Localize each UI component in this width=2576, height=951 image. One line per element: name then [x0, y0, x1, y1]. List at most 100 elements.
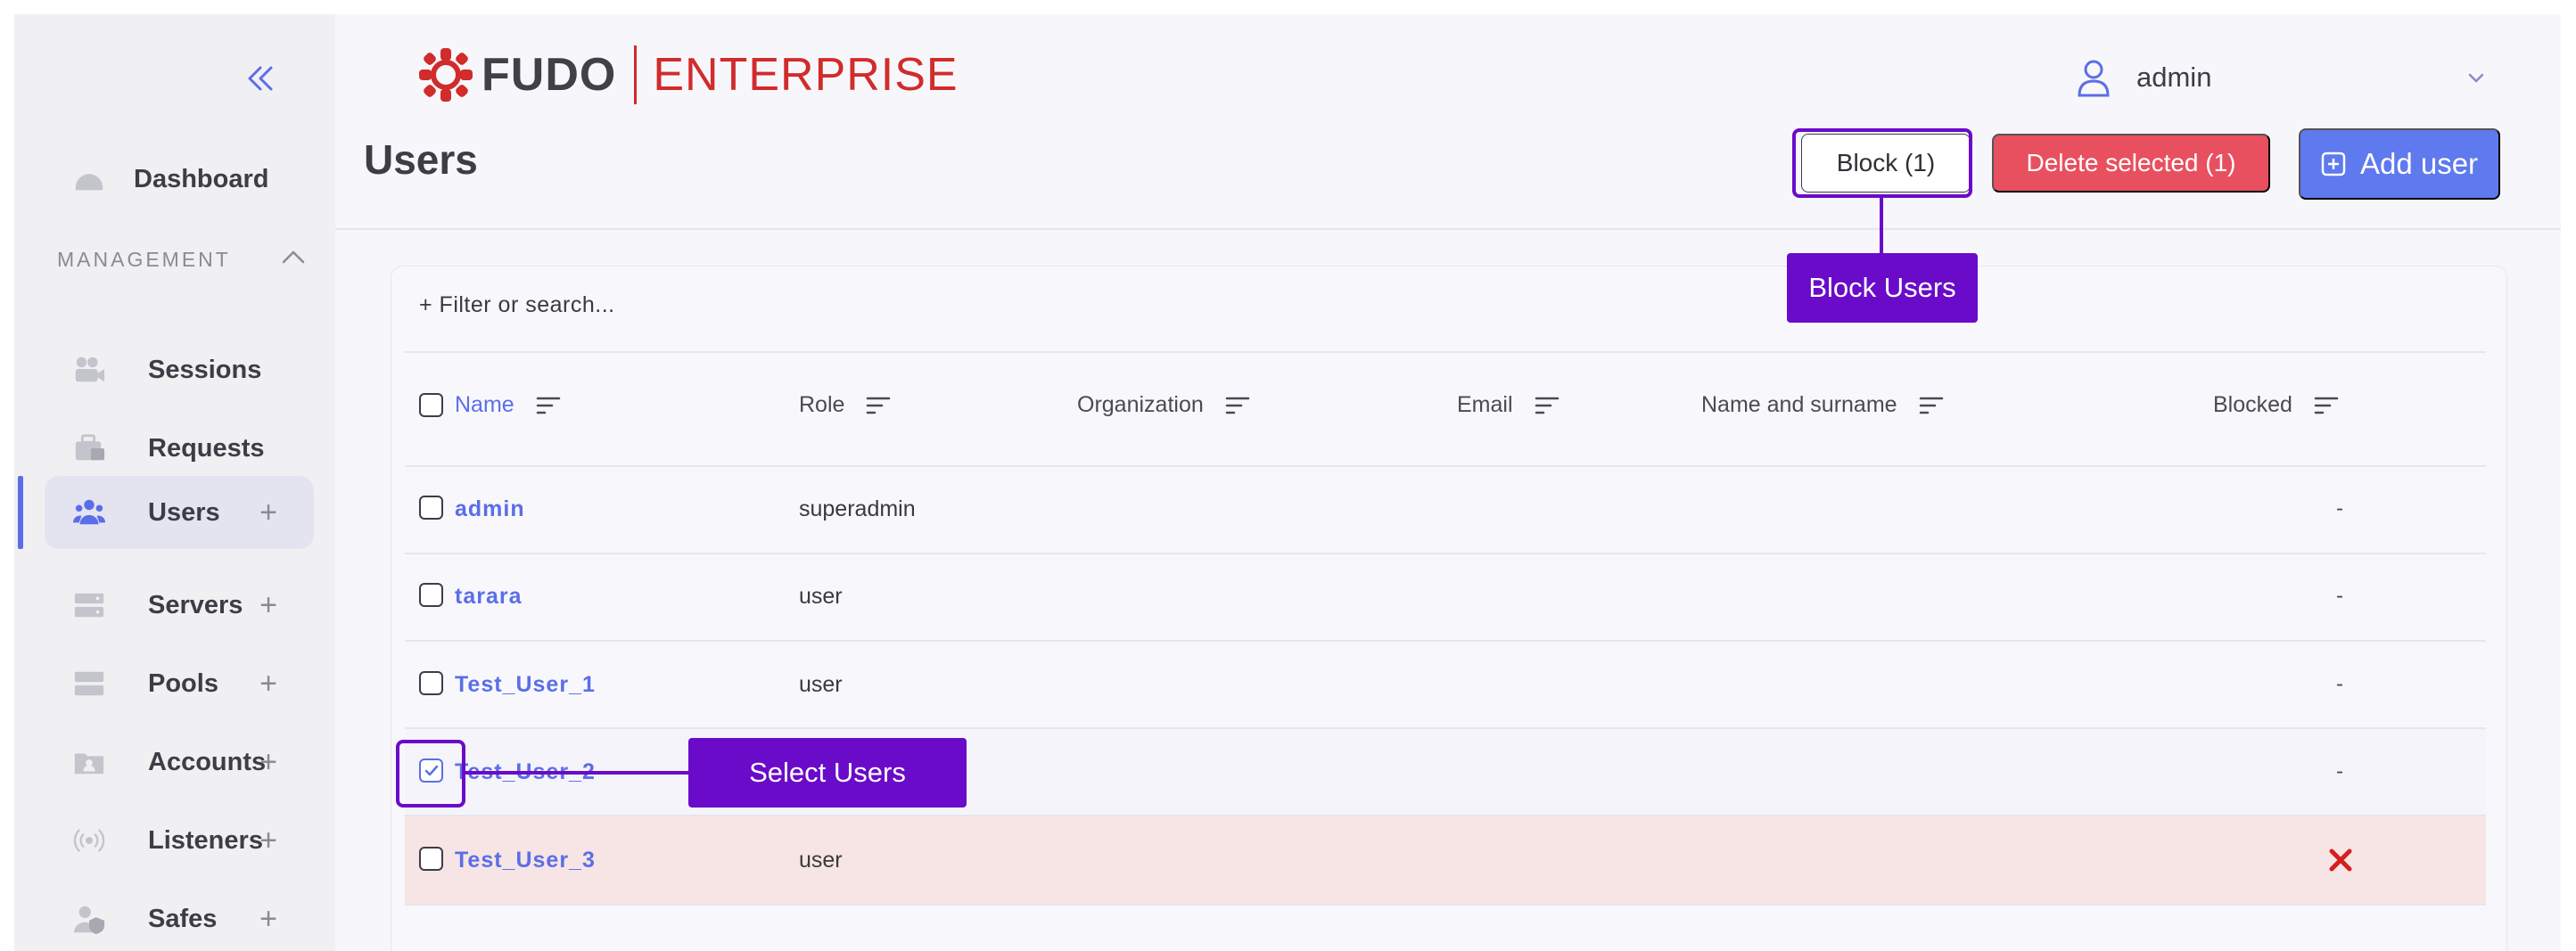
servers-icon — [71, 587, 107, 623]
active-indicator — [18, 476, 23, 549]
sidebar-item-dashboard[interactable]: Dashboard — [45, 143, 314, 216]
user-role: user — [799, 584, 843, 609]
column-header-name[interactable]: Name — [455, 392, 563, 418]
sidebar-item-servers[interactable]: Servers + — [45, 569, 314, 642]
add-safe-plus-icon[interactable]: + — [255, 904, 282, 934]
column-header-role[interactable]: Role — [799, 392, 893, 418]
brand-edition: ENTERPRISE — [653, 49, 959, 101]
row-checkbox[interactable] — [419, 671, 443, 695]
user-name-link[interactable]: admin — [455, 496, 525, 522]
user-blocked: - — [2336, 496, 2343, 521]
pools-icon — [71, 666, 107, 701]
annotation-connector — [465, 771, 692, 775]
column-header-label: Role — [799, 392, 845, 417]
column-header-label: Name and surname — [1701, 392, 1897, 417]
table-row[interactable] — [405, 554, 2486, 642]
sidebar-item-requests[interactable]: Requests — [45, 412, 314, 485]
username: admin — [2136, 61, 2212, 93]
column-header-name-and-surname[interactable]: Name and surname — [1701, 392, 1946, 418]
sidebar-item-safes[interactable]: Safes + — [45, 882, 314, 951]
sidebar-item-label: Pools — [148, 668, 218, 698]
sidebar-item-label: Users — [148, 497, 220, 527]
user-blocked: - — [2336, 759, 2343, 783]
column-header-label: Email — [1457, 392, 1513, 417]
dashboard-icon — [71, 161, 107, 197]
user-role: user — [799, 848, 843, 873]
checkbox-highlight — [396, 740, 465, 808]
user-blocked: - — [2336, 584, 2343, 608]
divider — [405, 351, 2486, 353]
double-chevron-left-icon[interactable] — [243, 61, 278, 96]
sidebar-item-label: Accounts — [148, 747, 267, 776]
brand-logo[interactable]: FUDO ENTERPRISE — [417, 39, 959, 111]
add-pool-plus-icon[interactable]: + — [255, 668, 282, 699]
user-name-link[interactable]: tarara — [455, 584, 523, 610]
row-checkbox[interactable] — [419, 583, 443, 607]
section-title: MANAGEMENT — [57, 248, 231, 271]
table-row[interactable] — [405, 642, 2486, 729]
sidebar-item-label: Sessions — [148, 355, 262, 384]
column-header-email[interactable]: Email — [1457, 392, 1561, 418]
sidebar-item-label: Servers — [148, 590, 243, 619]
column-header-label: Name — [455, 392, 514, 417]
delete-selected-button[interactable]: Delete selected (1) — [1992, 134, 2270, 193]
sidebar-item-label: Listeners — [148, 825, 263, 855]
add-listener-plus-icon[interactable]: + — [255, 825, 282, 856]
sidebar-item-label: Requests — [148, 433, 265, 463]
brand-divider — [634, 45, 638, 104]
sort-icon[interactable] — [1535, 396, 1561, 415]
user-icon — [2078, 60, 2110, 97]
add-account-plus-icon[interactable]: + — [255, 747, 282, 777]
row-checkbox[interactable] — [419, 847, 443, 871]
sidebar-item-listeners[interactable]: Listeners + — [45, 804, 314, 877]
column-header-blocked[interactable]: Blocked — [2213, 392, 2341, 418]
divider — [405, 904, 2486, 906]
add-server-plus-icon[interactable]: + — [255, 590, 282, 620]
select-all-checkbox[interactable] — [419, 393, 443, 417]
plus-square-icon — [2321, 152, 2346, 176]
sort-icon[interactable] — [1919, 396, 1946, 415]
sidebar-item-accounts[interactable]: Accounts + — [45, 726, 314, 799]
page-title: Users — [364, 136, 478, 183]
block-button-highlight — [1792, 128, 1972, 198]
user-role: superadmin — [799, 496, 916, 521]
filter-search-input[interactable]: + Filter or search... — [419, 292, 615, 318]
sort-icon[interactable] — [2314, 396, 2341, 415]
column-header-label: Blocked — [2213, 392, 2292, 417]
header-divider — [335, 228, 2561, 230]
sidebar-item-users[interactable]: Users + — [45, 476, 314, 549]
column-header-organization[interactable]: Organization — [1077, 392, 1252, 418]
column-header-label: Organization — [1077, 392, 1204, 417]
table-row[interactable] — [405, 816, 2486, 904]
fudo-logo-icon — [419, 48, 473, 102]
sidebar-item-label: Safes — [148, 904, 218, 933]
add-user-label: Add user — [2359, 147, 2479, 180]
user-name-link[interactable]: Test_User_1 — [455, 672, 596, 698]
sidebar-item-sessions[interactable]: Sessions — [45, 333, 314, 406]
chevron-up-icon[interactable] — [278, 242, 309, 273]
sort-icon[interactable] — [866, 396, 893, 415]
sort-icon[interactable] — [1225, 396, 1252, 415]
accounts-icon — [71, 744, 107, 780]
sidebar: Dashboard MANAGEMENT Sessions Requests U… — [14, 14, 335, 951]
sort-icon[interactable] — [536, 396, 563, 415]
row-checkbox[interactable] — [419, 496, 443, 520]
user-role: user — [799, 672, 843, 697]
table-row[interactable] — [405, 467, 2486, 554]
safes-icon — [71, 901, 107, 937]
app-window: Dashboard MANAGEMENT Sessions Requests U… — [14, 14, 2561, 951]
sidebar-item-label: Dashboard — [134, 164, 269, 193]
chevron-down-icon[interactable] — [2463, 64, 2490, 91]
sidebar-item-pools[interactable]: Pools + — [45, 647, 314, 720]
blocked-x-icon — [2329, 849, 2352, 872]
add-user-plus-icon[interactable]: + — [255, 497, 282, 528]
users-icon — [71, 495, 107, 530]
brand-name: FUDO — [481, 49, 617, 101]
select-users-callout: Select Users — [688, 738, 967, 808]
add-user-button[interactable]: Add user — [2299, 128, 2500, 200]
user-menu[interactable]: admin — [2076, 50, 2490, 105]
block-users-callout: Block Users — [1787, 253, 1978, 323]
requests-icon — [71, 430, 107, 466]
user-name-link[interactable]: Test_User_3 — [455, 848, 596, 873]
annotation-connector — [1880, 198, 1883, 253]
